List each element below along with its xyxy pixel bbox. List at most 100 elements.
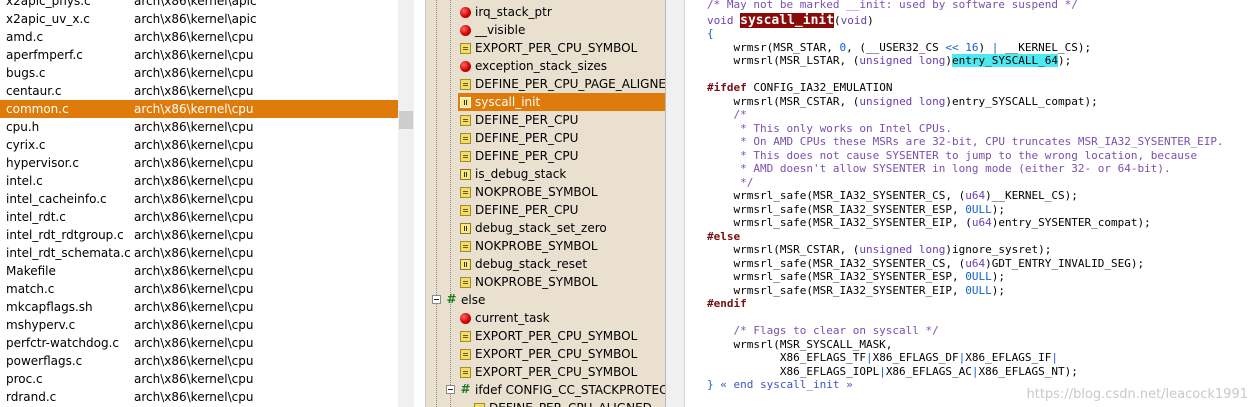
- code-token: u64: [971, 216, 992, 229]
- symbol-row[interactable]: is_debug_stack: [426, 165, 665, 183]
- function-definition-highlight: syscall_init: [740, 12, 835, 28]
- file-path: arch\x86\kernel\cpu: [134, 138, 254, 152]
- file-list-scrollbar[interactable]: [398, 0, 414, 407]
- macro-icon: [460, 277, 471, 288]
- symbol-row[interactable]: EXPORT_PER_CPU_SYMBOL: [426, 363, 665, 381]
- symbol-label: DEFINE_PER_CPU_ALIGNED: [489, 399, 652, 407]
- symbol-label: DEFINE_PER_CPU: [475, 149, 579, 163]
- code-token: 0ULL: [965, 270, 992, 283]
- symbol-label: DEFINE_PER_CPU: [475, 203, 579, 217]
- code-token: ): [978, 40, 992, 54]
- symbol-row[interactable]: exception_stack_sizes: [426, 57, 665, 75]
- file-name: Makefile: [6, 264, 56, 278]
- file-row[interactable]: match.c arch\x86\kernel\cpu: [0, 280, 398, 298]
- code-token: );: [991, 270, 1006, 283]
- code-token: wrmsrl_safe(MSR_IA32_SYSENTER_EIP, (: [707, 216, 972, 229]
- symbol-row[interactable]: EXPORT_PER_CPU_SYMBOL: [426, 39, 665, 57]
- file-row[interactable]: intel_rdt.c arch\x86\kernel\cpu: [0, 208, 398, 226]
- file-name: powerflags.c: [6, 354, 83, 368]
- symbol-row[interactable]: DEFINE_PER_CPU: [426, 201, 665, 219]
- code-line: /*: [707, 108, 746, 121]
- symbol-row[interactable]: NOKPROBE_SYMBOL: [426, 237, 665, 255]
- file-name: centaur.c: [6, 84, 62, 98]
- symbol-row[interactable]: DEFINE_PER_CPU: [426, 147, 665, 165]
- code-token: « end syscall_init »: [720, 378, 853, 391]
- symbol-row[interactable]: # else: [426, 291, 665, 309]
- file-row[interactable]: powerflags.c arch\x86\kernel\cpu: [0, 352, 398, 370]
- symbol-label: NOKPROBE_SYMBOL: [475, 239, 598, 253]
- file-row[interactable]: centaur.c arch\x86\kernel\cpu: [0, 82, 398, 100]
- symbol-row[interactable]: irq_stack_ptr: [426, 3, 665, 21]
- file-name: proc.c: [6, 372, 43, 386]
- code-line: * This does not cause SYSENTER to jump t…: [707, 149, 1197, 162]
- code-token: 0ULL: [965, 202, 992, 216]
- file-row[interactable]: amd.c arch\x86\kernel\cpu: [0, 28, 398, 46]
- file-row[interactable]: intel_cacheinfo.c arch\x86\kernel\cpu: [0, 190, 398, 208]
- file-row[interactable]: rdrand.c arch\x86\kernel\cpu: [0, 388, 398, 406]
- symbol-row[interactable]: debug_stack_set_zero: [426, 219, 665, 237]
- file-row[interactable]: bugs.c arch\x86\kernel\cpu: [0, 64, 398, 82]
- code-editor[interactable]: /* May not be marked __init: used by sof…: [685, 0, 1256, 407]
- symbol-label: EXPORT_PER_CPU_SYMBOL: [475, 347, 638, 361]
- file-row[interactable]: perfctr-watchdog.c arch\x86\kernel\cpu: [0, 334, 398, 352]
- symbol-row[interactable]: DEFINE_PER_CPU_PAGE_ALIGNED: [426, 75, 665, 93]
- symbol-row[interactable]: debug_stack_reset: [426, 255, 665, 273]
- file-row[interactable]: intel_rdt_schemata.c arch\x86\kernel\cpu: [0, 244, 398, 262]
- file-name: common.c: [6, 102, 69, 116]
- symbol-row[interactable]: NOKPROBE_SYMBOL: [426, 273, 665, 291]
- code-token: wrmsrl_safe(MSR_IA32_SYSENTER_EIP,: [707, 283, 966, 297]
- file-path: arch\x86\kernel\cpu: [134, 354, 254, 368]
- file-path: arch\x86\kernel\cpu: [134, 264, 254, 278]
- file-row[interactable]: aperfmperf.c arch\x86\kernel\cpu: [0, 46, 398, 64]
- code-line: X86_EFLAGS_IOPL|X86_EFLAGS_AC|X86_EFLAGS…: [707, 365, 1078, 378]
- symbol-row[interactable]: DEFINE_PER_CPU: [426, 129, 665, 147]
- symbol-row[interactable]: DEFINE_PER_CPU: [426, 111, 665, 129]
- code-token: );: [1058, 54, 1072, 67]
- file-row[interactable]: mkcapflags.sh arch\x86\kernel\cpu: [0, 298, 398, 316]
- file-row[interactable]: cpu.h arch\x86\kernel\cpu: [0, 118, 398, 136]
- symbol-row[interactable]: current_task: [426, 309, 665, 327]
- code-line: wrmsr(MSR_STAR, 0, (__USER32_CS << 16) |…: [707, 41, 1091, 54]
- symbol-row[interactable]: DEFINE_PER_CPU_ALIGNED: [426, 399, 665, 407]
- code-token: )GDT_ENTRY_INVALID_SEG);: [985, 256, 1145, 270]
- file-row[interactable]: x2apic_uv_x.c arch\x86\kernel\apic: [0, 10, 398, 28]
- pane-splitter[interactable]: [665, 0, 685, 407]
- file-path: arch\x86\kernel\cpu: [134, 174, 254, 188]
- code-token: |: [971, 364, 979, 378]
- collapse-toggle-icon[interactable]: [432, 295, 441, 304]
- code-token: CONFIG_IA32_EMULATION: [746, 81, 893, 94]
- function-icon: [460, 223, 471, 234]
- symbol-row[interactable]: EXPORT_PER_CPU_SYMBOL: [426, 345, 665, 363]
- symbol-row[interactable]: # ifdef CONFIG_CC_STACKPROTECT: [426, 381, 665, 399]
- code-token: X86_EFLAGS_TF: [707, 351, 866, 364]
- code-line: wrmsrl_safe(MSR_IA32_SYSENTER_EIP, 0ULL)…: [707, 284, 1005, 297]
- file-row[interactable]: hypervisor.c arch\x86\kernel\cpu: [0, 154, 398, 172]
- file-path: arch\x86\kernel\apic: [134, 0, 257, 8]
- red-variable-icon: [460, 61, 471, 72]
- file-name: x2apic_uv_x.c: [6, 12, 90, 26]
- code-token: X86_EFLAGS_IOPL: [707, 364, 880, 378]
- symbol-row[interactable]: NOKPROBE_SYMBOL: [426, 183, 665, 201]
- symbol-row[interactable]: EXPORT_PER_CPU_SYMBOL: [426, 327, 665, 345]
- code-token: * This does not cause SYSENTER to jump t…: [707, 148, 1198, 162]
- file-path: arch\x86\kernel\cpu: [134, 156, 254, 170]
- code-line: wrmsrl_safe(MSR_IA32_SYSENTER_CS, (u64)_…: [707, 189, 1077, 202]
- collapse-toggle-icon[interactable]: [446, 385, 455, 394]
- file-row[interactable]: mshyperv.c arch\x86\kernel\cpu: [0, 316, 398, 334]
- file-row[interactable]: common.c arch\x86\kernel\cpu: [0, 100, 398, 118]
- code-line: wrmsrl_safe(MSR_IA32_SYSENTER_ESP, 0ULL)…: [707, 270, 1005, 283]
- file-row[interactable]: x2apic_phys.c arch\x86\kernel\apic: [0, 0, 398, 10]
- code-token: wrmsr(MSR_STAR,: [707, 40, 840, 54]
- file-row[interactable]: intel.c arch\x86\kernel\cpu: [0, 172, 398, 190]
- code-token: |: [1051, 351, 1059, 364]
- file-row[interactable]: proc.c arch\x86\kernel\cpu: [0, 370, 398, 388]
- symbol-label: syscall_init: [475, 95, 541, 109]
- symbol-row[interactable]: syscall_init: [458, 93, 665, 111]
- symbol-row[interactable]: __visible: [426, 21, 665, 39]
- function-icon: [460, 97, 471, 108]
- file-row[interactable]: cyrix.c arch\x86\kernel\cpu: [0, 136, 398, 154]
- preprocessor-hash-icon: #: [446, 292, 457, 306]
- scrollbar-thumb[interactable]: [399, 111, 413, 129]
- file-row[interactable]: intel_rdt_rdtgroup.c arch\x86\kernel\cpu: [0, 226, 398, 244]
- file-row[interactable]: Makefile arch\x86\kernel\cpu: [0, 262, 398, 280]
